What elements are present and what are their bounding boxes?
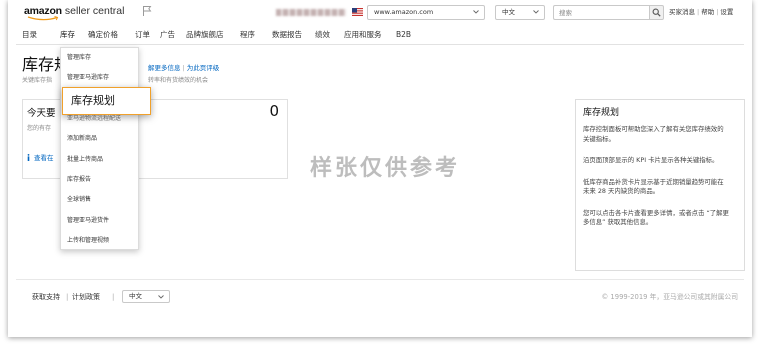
flag-icon[interactable]	[142, 5, 152, 17]
footer-language-value: 中文	[129, 292, 142, 300]
separator: |	[66, 293, 69, 301]
card-count: 0	[269, 102, 279, 120]
logo-product: seller central	[64, 5, 125, 17]
page-subtitle-right: 转率和有货绩效的机会	[148, 77, 209, 84]
search-input[interactable]	[553, 5, 649, 20]
separator: |	[716, 8, 719, 16]
us-flag-icon	[352, 8, 363, 16]
nav-inventory[interactable]: 库存	[60, 29, 75, 40]
nav-stores[interactable]: 品牌旗舰店	[186, 29, 224, 40]
inventory-dropdown-menu: 管理库存 管理亚马逊库存 库存规划 亚马逊物流远程配送 添加新商品 批量上传商品…	[60, 47, 151, 251]
menu-item-manage-inventory[interactable]: 管理库存	[61, 48, 138, 68]
help-paragraph: 您可以点击各卡片查看更多详情，或者点击 “了解更多信息” 获取其他信息。	[583, 208, 729, 227]
menu-item-manage-shipments[interactable]: 管理亚马逊货件	[61, 211, 138, 231]
chevron-down-icon	[473, 10, 479, 14]
help-panel-title: 库存规划	[583, 108, 620, 118]
card-view-link[interactable]: 查看在	[27, 154, 54, 163]
footer-divider	[16, 279, 744, 280]
nav-performance[interactable]: 绩效	[315, 29, 330, 40]
menu-item-inventory-planning[interactable]: 库存规划	[62, 87, 151, 115]
top-links: 买家消息 | 帮助 | 设置	[669, 8, 733, 17]
help-panel: 库存规划 库存控制面板可帮助您深入了解有关您库存绩效的关键指标。 沿页面顶部显示…	[575, 99, 745, 271]
marketplace-select[interactable]: www.amazon.com	[367, 5, 485, 20]
menu-item-manage-videos[interactable]: 上传和管理视频	[61, 231, 138, 251]
buyer-messages-link[interactable]: 买家消息	[669, 8, 695, 16]
card-title: 今天要	[27, 108, 56, 119]
get-support-link[interactable]: 获取支持	[32, 292, 60, 302]
nav-programs[interactable]: 程序	[240, 29, 255, 40]
store-name-blurred	[276, 9, 346, 16]
copyright-text: © 1999-2019 年，亚马逊公司或其附属公司	[601, 293, 738, 301]
nav-b2b[interactable]: B2B	[396, 29, 411, 40]
menu-item-add-product[interactable]: 添加新商品	[61, 129, 138, 149]
info-icon	[27, 154, 30, 161]
menu-item-manage-fba-inventory[interactable]: 管理亚马逊库存	[61, 68, 138, 88]
search-icon	[652, 8, 661, 17]
menu-item-inventory-reports[interactable]: 库存报告	[61, 170, 138, 190]
help-link[interactable]: 帮助	[701, 8, 714, 16]
nav-reports[interactable]: 数据报告	[272, 29, 302, 40]
marketplace-select-value: www.amazon.com	[374, 8, 434, 16]
menu-item-bulk-upload[interactable]: 批量上传商品	[61, 150, 138, 170]
settings-link[interactable]: 设置	[720, 8, 733, 16]
nav-orders[interactable]: 订单	[135, 29, 150, 40]
separator: |	[112, 293, 115, 301]
menu-item-global-selling[interactable]: 全球销售	[61, 190, 138, 210]
nav-advertising[interactable]: 广告	[160, 29, 175, 40]
nav-catalog[interactable]: 目录	[22, 29, 37, 40]
chevron-down-icon	[533, 10, 539, 14]
help-paragraph: 沿页面顶部显示的 KPI 卡片显示各种关键指标。	[583, 156, 719, 164]
page-header-links: 解更多信息 | 为此页评级	[148, 64, 219, 73]
footer-language-select[interactable]: 中文	[122, 290, 170, 303]
seller-central-window: amazonseller central www.amazon.com 中文 买…	[8, 0, 752, 337]
rate-page-link[interactable]: 为此页评级	[187, 64, 220, 72]
program-policies-link[interactable]: 计划政策	[72, 292, 100, 302]
separator: |	[697, 8, 700, 16]
language-select-value: 中文	[502, 8, 515, 16]
page-subtitle-left: 关键库存指	[22, 77, 53, 84]
help-paragraph: 低库存商品补货卡片显示基于近期销量趋势可能在未来 28 天内缺货的商品。	[583, 177, 724, 196]
card-link-label: 查看在	[34, 154, 54, 162]
nav-apps-services[interactable]: 应用和服务	[344, 29, 382, 40]
card-subtitle: 您的有存	[27, 125, 52, 132]
learn-more-link[interactable]: 解更多信息	[148, 64, 181, 72]
chevron-down-icon	[158, 294, 164, 299]
amazon-seller-central-logo[interactable]: amazon seller central	[24, 4, 124, 22]
separator: |	[182, 64, 185, 72]
sample-watermark: 样张仅供参考	[310, 156, 461, 181]
nav-divider	[16, 44, 744, 45]
search-button[interactable]	[649, 5, 664, 20]
help-paragraph: 库存控制面板可帮助您深入了解有关您库存绩效的关键指标。	[583, 125, 724, 143]
language-select[interactable]: 中文	[495, 5, 545, 20]
amazon-smile-icon	[27, 16, 59, 21]
nav-pricing[interactable]: 确定价格	[88, 29, 118, 40]
